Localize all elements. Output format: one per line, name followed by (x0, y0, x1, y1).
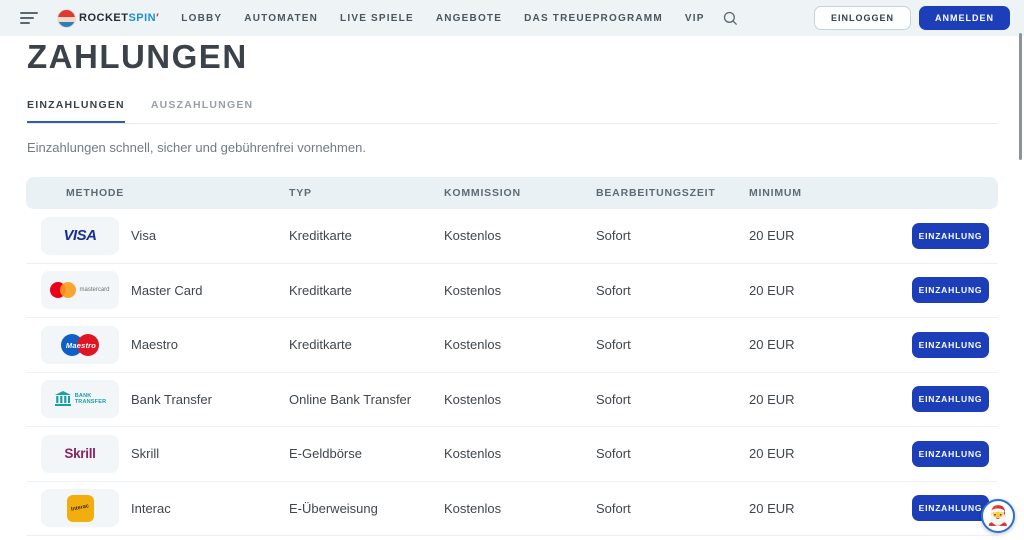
hamburger-menu-icon[interactable] (20, 12, 40, 24)
search-icon[interactable] (723, 11, 738, 26)
method-minimum: 20 EUR (749, 446, 795, 461)
table-row: VISA Visa Kreditkarte Kostenlos Sofort 2… (26, 209, 998, 264)
method-commission: Kostenlos (444, 228, 596, 243)
main-content: ZAHLUNGEN EINZAHLUNGEN AUSZAHLUNGEN Einza… (0, 36, 1024, 536)
nav-item-live-spiele[interactable]: LIVE SPIELE (340, 13, 414, 24)
method-type: E-Geldbörse (289, 446, 444, 461)
table-header-row: METHODETYPKOMMISSIONBEARBEITUNGSZEITMINI… (26, 177, 998, 209)
method-processing-time: Sofort (596, 501, 749, 516)
scrollbar-thumb[interactable] (1019, 33, 1022, 160)
method-commission: Kostenlos (444, 392, 596, 407)
deposit-button[interactable]: EINZAHLUNG (912, 441, 989, 467)
column-header: MINIMUM (749, 187, 998, 199)
method-type: E-Überweisung (289, 501, 444, 516)
maestro-logo-icon: Maestro (61, 334, 99, 356)
method-minimum: 20 EUR (749, 392, 795, 407)
tab-einzahlungen[interactable]: EINZAHLUNGEN (27, 99, 125, 123)
method-processing-time: Sofort (596, 392, 749, 407)
method-minimum: 20 EUR (749, 228, 795, 243)
method-type: Kreditkarte (289, 228, 444, 243)
skrill-logo-icon: Skrill (64, 446, 95, 461)
deposit-button[interactable]: EINZAHLUNG (912, 495, 989, 521)
table-row: Interac Interac E-Überweisung Kostenlos … (26, 482, 998, 537)
method-commission: Kostenlos (444, 501, 596, 516)
payments-tabs: EINZAHLUNGEN AUSZAHLUNGEN (27, 99, 998, 124)
table-row: Skrill Skrill E-Geldbörse Kostenlos Sofo… (26, 427, 998, 482)
method-processing-time: Sofort (596, 337, 749, 352)
method-processing-time: Sofort (596, 446, 749, 461)
payment-method-logo: Interac (41, 489, 119, 527)
signup-button[interactable]: ANMELDEN (919, 6, 1010, 30)
method-type: Kreditkarte (289, 337, 444, 352)
method-minimum: 20 EUR (749, 501, 795, 516)
deposit-button[interactable]: EINZAHLUNG (912, 223, 989, 249)
table-row: BANKTRANSFER Bank Transfer Online Bank T… (26, 373, 998, 428)
chat-mascot-icon: 🎅 (986, 504, 1010, 528)
method-name: Skrill (131, 446, 289, 461)
payment-method-logo: VISA (41, 217, 119, 255)
deposit-button[interactable]: EINZAHLUNG (912, 332, 989, 358)
deposit-button[interactable]: EINZAHLUNG (912, 277, 989, 303)
nav-item-automaten[interactable]: AUTOMATEN (244, 13, 318, 24)
payment-method-logo: mastercard (41, 271, 119, 309)
method-processing-time: Sofort (596, 283, 749, 298)
rocket-mascot-icon (58, 10, 75, 27)
method-name: Maestro (131, 337, 289, 352)
method-commission: Kostenlos (444, 337, 596, 352)
nav-item-das-treueprogramm[interactable]: DAS TREUEPROGRAMM (524, 13, 663, 24)
column-header: METHODE (26, 187, 289, 199)
table-row: mastercard Master Card Kreditkarte Koste… (26, 264, 998, 319)
nav-item-lobby[interactable]: LOBBY (181, 13, 222, 24)
method-commission: Kostenlos (444, 446, 596, 461)
nav-menu: LOBBY AUTOMATEN LIVE SPIELE ANGEBOTE DAS TRE… (181, 13, 704, 24)
method-minimum: 20 EUR (749, 337, 795, 352)
visa-logo-icon: VISA (63, 227, 96, 244)
brand-logo[interactable]: ROCKETSPIN′ (58, 10, 159, 27)
table-body: VISA Visa Kreditkarte Kostenlos Sofort 2… (26, 209, 998, 536)
method-name: Master Card (131, 283, 289, 298)
login-button[interactable]: EINLOGGEN (814, 6, 911, 30)
interac-logo-icon: Interac (67, 495, 94, 522)
bank-transfer-logo-icon: BANKTRANSFER (54, 391, 107, 407)
table-row: Maestro Maestro Kreditkarte Kostenlos So… (26, 318, 998, 373)
page-title: ZAHLUNGEN (27, 38, 1024, 76)
method-minimum: 20 EUR (749, 283, 795, 298)
payment-method-logo: Maestro (41, 326, 119, 364)
support-chat-widget[interactable]: 🎅 (981, 499, 1015, 533)
column-header: BEARBEITUNGSZEIT (596, 187, 749, 199)
method-processing-time: Sofort (596, 228, 749, 243)
page-subtitle: Einzahlungen schnell, sicher und gebühre… (27, 140, 1024, 155)
tab-auszahlungen[interactable]: AUSZAHLUNGEN (151, 99, 253, 123)
payment-method-logo: Skrill (41, 435, 119, 473)
payment-methods-table: METHODETYPKOMMISSIONBEARBEITUNGSZEITMINI… (26, 177, 998, 536)
method-type: Online Bank Transfer (289, 392, 444, 407)
method-name: Visa (131, 228, 289, 243)
nav-item-angebote[interactable]: ANGEBOTE (436, 13, 502, 24)
method-commission: Kostenlos (444, 283, 596, 298)
column-header: KOMMISSION (444, 187, 596, 199)
top-nav: ROCKETSPIN′ LOBBY AUTOMATEN LIVE SPIELE ANG… (0, 0, 1024, 36)
method-type: Kreditkarte (289, 283, 444, 298)
method-name: Bank Transfer (131, 392, 289, 407)
nav-item-vip[interactable]: VIP (685, 13, 705, 24)
deposit-button[interactable]: EINZAHLUNG (912, 386, 989, 412)
column-header: TYP (289, 187, 444, 199)
method-name: Interac (131, 501, 289, 516)
payment-method-logo: BANKTRANSFER (41, 380, 119, 418)
mastercard-logo-icon: mastercard (50, 282, 109, 298)
brand-name: ROCKETSPIN′ (79, 12, 159, 24)
